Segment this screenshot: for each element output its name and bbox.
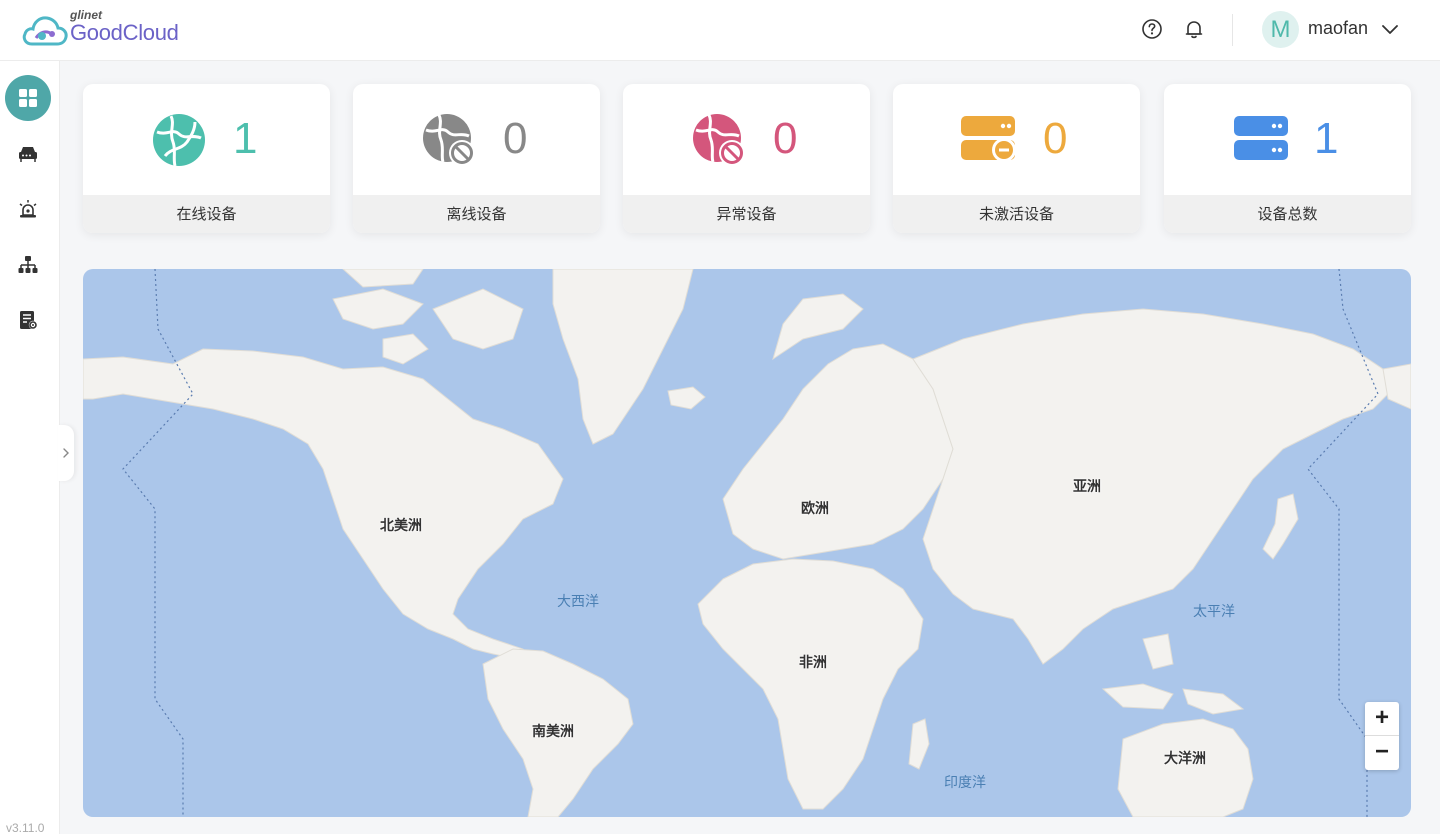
router-device-icon	[19, 147, 37, 162]
avatar[interactable]: M	[1262, 11, 1299, 48]
stat-label-offline: 离线设备	[353, 195, 600, 233]
map-label-south-america: 南美洲	[532, 724, 574, 740]
sidebar-collapse-toggle[interactable]	[58, 425, 74, 481]
zoom-in-button[interactable]: +	[1365, 702, 1399, 736]
dashboard-icon	[19, 89, 37, 107]
stat-card-inactive[interactable]: 0 未激活设备	[893, 84, 1140, 233]
map-label-asia: 亚洲	[1073, 479, 1101, 495]
bell-icon[interactable]	[1183, 18, 1205, 40]
sidebar-item-reports[interactable]	[5, 297, 51, 343]
map-label-north-america: 北美洲	[380, 518, 422, 534]
alarm-icon	[19, 200, 37, 218]
logo-brand-name: GoodCloud	[70, 20, 179, 45]
zoom-out-button[interactable]: −	[1365, 736, 1399, 770]
stat-value-inactive: 0	[1043, 114, 1068, 163]
chevron-down-icon[interactable]	[1380, 20, 1400, 40]
map-label-pacific: 太平洋	[1193, 604, 1235, 620]
world-map[interactable]: 北美洲 欧洲 亚洲 非洲 南美洲 大洋洲 大西洋 太平洋 印度洋 + −	[83, 269, 1411, 817]
sidebar-item-alarms[interactable]	[5, 186, 51, 232]
world-map-canvas[interactable]	[83, 269, 1411, 817]
stat-label-abnormal: 异常设备	[623, 195, 870, 233]
stat-label-total: 设备总数	[1164, 195, 1411, 233]
map-label-oceania: 大洋洲	[1164, 751, 1206, 767]
stat-value-total: 1	[1314, 114, 1339, 163]
sidebar-item-dashboard[interactable]	[5, 75, 51, 121]
org-tree-icon	[18, 256, 38, 273]
stat-value-abnormal: 0	[773, 114, 798, 163]
inactive-server-icon	[961, 116, 1016, 162]
map-label-indian: 印度洋	[944, 775, 986, 791]
map-label-africa: 非洲	[799, 655, 827, 671]
stat-value-online: 1	[233, 114, 258, 163]
cloud-logo-icon	[22, 16, 68, 46]
sidebar-item-organization[interactable]	[5, 242, 51, 288]
stat-label-online: 在线设备	[83, 195, 330, 233]
map-label-europe: 欧洲	[801, 501, 829, 517]
report-settings-icon	[20, 311, 38, 330]
stat-card-abnormal[interactable]: 0 异常设备	[623, 84, 870, 233]
abnormal-globe-icon	[693, 114, 745, 166]
chevron-right-icon	[63, 448, 69, 458]
online-globe-icon	[153, 114, 205, 167]
top-bar: glinet GoodCloud M maofan	[0, 0, 1440, 61]
sidebar	[0, 61, 60, 834]
stat-card-online[interactable]: 1 在线设备	[83, 84, 330, 233]
total-server-icon	[1234, 116, 1288, 160]
username[interactable]: maofan	[1308, 18, 1368, 39]
sidebar-item-devices[interactable]	[5, 131, 51, 177]
offline-globe-icon	[423, 114, 475, 166]
header-divider	[1232, 14, 1233, 46]
map-label-atlantic: 大西洋	[557, 594, 599, 610]
stat-card-offline[interactable]: 0 离线设备	[353, 84, 600, 233]
stat-value-offline: 0	[503, 114, 528, 163]
app-version: v3.11.0	[6, 821, 45, 834]
help-icon[interactable]	[1141, 18, 1163, 40]
goodcloud-logo[interactable]: glinet GoodCloud	[22, 8, 192, 50]
map-zoom-control: + −	[1365, 702, 1399, 770]
stat-label-inactive: 未激活设备	[893, 195, 1140, 233]
stat-card-total[interactable]: 1 设备总数	[1164, 84, 1411, 233]
